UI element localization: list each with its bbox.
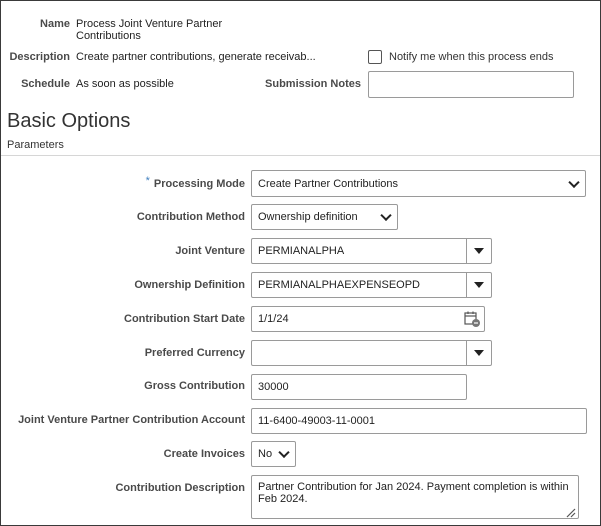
section-title: Basic Options xyxy=(7,110,131,132)
create-invoices-value: No xyxy=(258,448,273,460)
ownership-definition-label: Ownership Definition xyxy=(134,279,245,291)
contribution-description-line1: Partner Contribution for Jan 2024. Payme… xyxy=(258,481,569,493)
notify-checkbox[interactable] xyxy=(368,50,382,64)
name-value: Process Joint Venture Partner Contributi… xyxy=(76,18,222,42)
contribution-method-value: Ownership definition xyxy=(258,211,358,223)
processing-mode-value: Create Partner Contributions xyxy=(258,177,399,190)
create-invoices-select[interactable]: No xyxy=(251,441,296,467)
chevron-down-icon xyxy=(278,446,290,459)
description-value: Create partner contributions, generate r… xyxy=(76,51,316,63)
contribution-description-label: Contribution Description xyxy=(115,482,245,494)
contribution-account-label: Joint Venture Partner Contribution Accou… xyxy=(18,414,245,426)
preferred-currency-input[interactable] xyxy=(251,340,467,366)
caret-down-icon xyxy=(474,350,484,356)
chevron-down-icon xyxy=(380,209,392,222)
caret-down-icon xyxy=(474,282,484,288)
section-divider xyxy=(1,155,600,156)
joint-venture-input[interactable]: PERMIANALPHA xyxy=(251,238,467,264)
name-value-line2: Contributions xyxy=(76,30,141,42)
submission-notes-field[interactable] xyxy=(368,71,574,98)
contribution-method-label: Contribution Method xyxy=(136,211,245,223)
submission-notes-label: Submission Notes xyxy=(265,78,361,90)
contribution-start-date-label: Contribution Start Date xyxy=(124,313,245,325)
joint-venture-dropdown-button[interactable] xyxy=(466,238,492,264)
resize-handle-icon[interactable] xyxy=(565,505,576,518)
caret-down-icon xyxy=(474,248,484,254)
notify-label: Notify me when this process ends xyxy=(389,51,554,63)
processing-mode-label: * Processing Mode xyxy=(145,175,245,190)
preferred-currency-dropdown-button[interactable] xyxy=(466,340,492,366)
contribution-description-textarea[interactable]: Partner Contribution for Jan 2024. Payme… xyxy=(251,475,579,519)
contribution-start-date-value: 1/1/24 xyxy=(258,313,289,325)
ownership-definition-dropdown-button[interactable] xyxy=(466,272,492,298)
preferred-currency-label: Preferred Currency xyxy=(144,347,245,359)
schedule-value: As soon as possible xyxy=(76,78,174,90)
calendar-icon[interactable] xyxy=(463,310,481,328)
create-invoices-label: Create Invoices xyxy=(163,448,245,460)
ownership-definition-input[interactable]: PERMIANALPHAEXPENSEOPD xyxy=(251,272,467,298)
chevron-down-icon xyxy=(568,176,580,188)
schedule-label: Schedule xyxy=(21,78,70,90)
gross-contribution-input[interactable]: 30000 xyxy=(251,374,467,400)
required-mark: * xyxy=(145,175,150,187)
joint-venture-label: Joint Venture xyxy=(175,245,245,257)
contribution-start-date-input[interactable]: 1/1/24 xyxy=(251,306,485,332)
processing-mode-label-text: Processing Mode xyxy=(153,178,245,190)
contribution-method-select[interactable]: Ownership definition xyxy=(251,204,398,230)
name-label: Name xyxy=(40,18,70,30)
section-subtitle: Parameters xyxy=(7,139,64,151)
name-value-line1: Process Joint Venture Partner xyxy=(76,18,223,30)
description-label: Description xyxy=(9,51,70,63)
contribution-description-line2: Feb 2024. xyxy=(258,493,308,505)
processing-mode-select[interactable]: Create Partner Contributions xyxy=(251,170,586,197)
gross-contribution-label: Gross Contribution xyxy=(144,380,245,392)
contribution-account-input[interactable]: 11-6400-49003-11-0001 xyxy=(251,408,587,434)
